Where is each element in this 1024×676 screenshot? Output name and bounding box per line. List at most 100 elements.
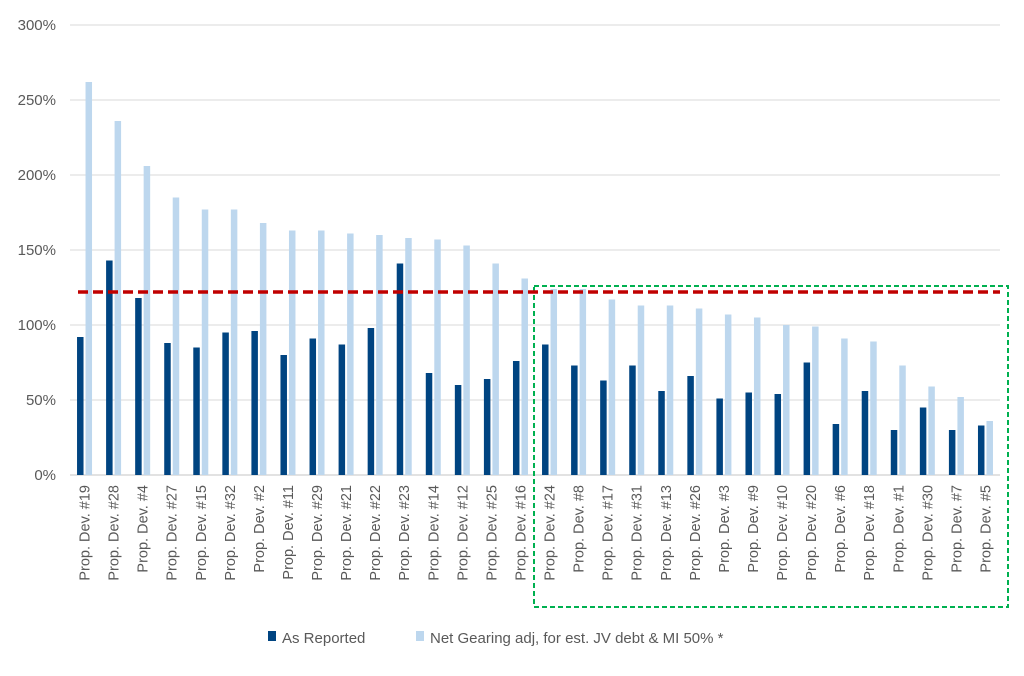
x-axis-labels: Prop. Dev. #19 Prop. Dev. #28 Prop. Dev. #… bbox=[78, 485, 995, 581]
bar-net-gearing bbox=[986, 421, 993, 475]
x-tick-label: Prop. Dev. #22 bbox=[368, 485, 384, 581]
bar-net-gearing bbox=[288, 230, 296, 475]
bar-net-gearing bbox=[114, 121, 122, 475]
bar-net-gearing bbox=[608, 299, 616, 475]
bar-net-gearing bbox=[579, 289, 587, 475]
x-tick-label: Prop. Dev. #14 bbox=[426, 485, 442, 581]
bar-net-gearing bbox=[521, 278, 528, 475]
bar-as-reported bbox=[774, 394, 782, 475]
bar-as-reported bbox=[425, 373, 433, 475]
x-tick-label: Prop. Dev. #7 bbox=[949, 485, 965, 573]
x-tick-label: Prop. Dev. #31 bbox=[630, 485, 646, 581]
bar-as-reported bbox=[193, 347, 200, 475]
bar-as-reported bbox=[716, 398, 723, 475]
y-tick-label: 100% bbox=[18, 317, 56, 334]
bar-net-gearing bbox=[899, 365, 906, 475]
x-tick-label: Prop. Dev. #2 bbox=[252, 485, 268, 573]
bar-as-reported bbox=[803, 362, 811, 475]
bar-net-gearing bbox=[230, 209, 238, 475]
x-tick-label: Prop. Dev. #28 bbox=[107, 485, 123, 581]
x-tick-label: Prop. Dev. #32 bbox=[223, 485, 239, 581]
x-tick-label: Prop. Dev. #9 bbox=[746, 485, 762, 573]
bar-as-reported bbox=[454, 385, 462, 475]
x-tick-label: Prop. Dev. #13 bbox=[659, 485, 675, 581]
bar-net-gearing bbox=[695, 308, 703, 475]
bar-as-reported bbox=[919, 407, 927, 475]
bar-as-reported bbox=[396, 263, 404, 475]
bar-as-reported bbox=[687, 376, 694, 475]
bar-as-reported bbox=[629, 365, 636, 475]
x-tick-label: Prop. Dev. #6 bbox=[833, 485, 849, 573]
bar-as-reported bbox=[832, 424, 840, 475]
legend-label-as-reported: As Reported bbox=[282, 630, 365, 647]
bar-as-reported bbox=[483, 379, 491, 475]
bar-net-gearing bbox=[259, 223, 267, 475]
y-tick-label: 250% bbox=[18, 92, 56, 109]
x-tick-label: Prop. Dev. #20 bbox=[804, 485, 820, 581]
bar-as-reported bbox=[164, 343, 171, 475]
x-tick-label: Prop. Dev. #16 bbox=[513, 485, 529, 581]
legend-swatch-net-gearing bbox=[416, 631, 424, 641]
bar-as-reported bbox=[890, 430, 898, 475]
bar-net-gearing bbox=[463, 245, 470, 475]
bar-net-gearing bbox=[347, 233, 354, 475]
x-tick-label: Prop. Dev. #5 bbox=[978, 485, 994, 573]
x-tick-label: Prop. Dev. #27 bbox=[165, 485, 181, 581]
bar-net-gearing bbox=[753, 317, 761, 475]
x-tick-label: Prop. Dev. #26 bbox=[688, 485, 704, 581]
x-tick-label: Prop. Dev. #18 bbox=[862, 485, 878, 581]
x-tick-label: Prop. Dev. #23 bbox=[397, 485, 413, 581]
x-tick-label: Prop. Dev. #19 bbox=[78, 485, 94, 581]
bar-as-reported bbox=[600, 380, 607, 475]
bar-net-gearing bbox=[376, 235, 383, 475]
x-tick-label: Prop. Dev. #30 bbox=[920, 485, 936, 581]
bar-as-reported bbox=[861, 391, 869, 475]
x-tick-label: Prop. Dev. #21 bbox=[339, 485, 355, 581]
bar-as-reported bbox=[280, 355, 287, 475]
bar-net-gearing bbox=[434, 239, 441, 475]
bar-net-gearing bbox=[783, 325, 790, 475]
bar-net-gearing bbox=[928, 386, 935, 475]
bar-net-gearing bbox=[405, 238, 412, 475]
x-tick-label: Prop. Dev. #1 bbox=[891, 485, 907, 573]
bar-net-gearing bbox=[201, 209, 209, 475]
bar-net-gearing bbox=[143, 166, 151, 475]
bar-net-gearing bbox=[318, 230, 325, 475]
bar-as-reported bbox=[309, 338, 317, 475]
x-tick-label: Prop. Dev. #4 bbox=[136, 485, 152, 573]
bar-net-gearing bbox=[492, 263, 499, 475]
bar-net-gearing bbox=[666, 305, 674, 475]
bar-as-reported bbox=[222, 332, 229, 475]
x-tick-label: Prop. Dev. #24 bbox=[543, 485, 559, 581]
bar-net-gearing bbox=[724, 314, 732, 475]
bar-net-gearing bbox=[85, 82, 93, 475]
x-tick-label: Prop. Dev. #3 bbox=[717, 485, 733, 573]
y-tick-label: 150% bbox=[18, 242, 56, 259]
bar-as-reported bbox=[512, 361, 520, 475]
x-tick-label: Prop. Dev. #25 bbox=[484, 485, 500, 581]
bar-as-reported bbox=[977, 425, 985, 475]
bar-net-gearing bbox=[957, 397, 964, 475]
bar-as-reported bbox=[135, 298, 142, 475]
x-tick-label: Prop. Dev. #11 bbox=[281, 485, 297, 580]
bar-as-reported bbox=[542, 344, 549, 475]
x-tick-label: Prop. Dev. #10 bbox=[775, 485, 791, 581]
legend-label-net-gearing: Net Gearing adj, for est. JV debt & MI 5… bbox=[430, 630, 724, 647]
y-tick-label: 50% bbox=[26, 392, 56, 409]
bar-as-reported bbox=[367, 328, 375, 475]
y-tick-label: 200% bbox=[18, 167, 56, 184]
bar-net-gearing bbox=[637, 305, 645, 475]
bar-net-gearing bbox=[172, 197, 180, 475]
bar-as-reported bbox=[77, 337, 84, 475]
x-tick-label: Prop. Dev. #15 bbox=[194, 485, 210, 581]
bar-net-gearing bbox=[550, 289, 558, 475]
x-tick-label: Prop. Dev. #8 bbox=[572, 485, 588, 573]
y-axis-ticks: 0% 50% 100% 150% 200% 250% 300% bbox=[18, 17, 56, 484]
legend: As Reported Net Gearing adj, for est. JV… bbox=[268, 630, 724, 647]
bar-chart: 0% 50% 100% 150% 200% 250% 300% Prop. Dev. #19… bbox=[18, 17, 1009, 647]
x-tick-label: Prop. Dev. #29 bbox=[310, 485, 326, 581]
x-tick-label: Prop. Dev. #17 bbox=[601, 485, 617, 581]
x-tick-label: Prop. Dev. #12 bbox=[455, 485, 471, 581]
bar-as-reported bbox=[745, 392, 752, 475]
y-tick-label: 300% bbox=[18, 17, 56, 34]
